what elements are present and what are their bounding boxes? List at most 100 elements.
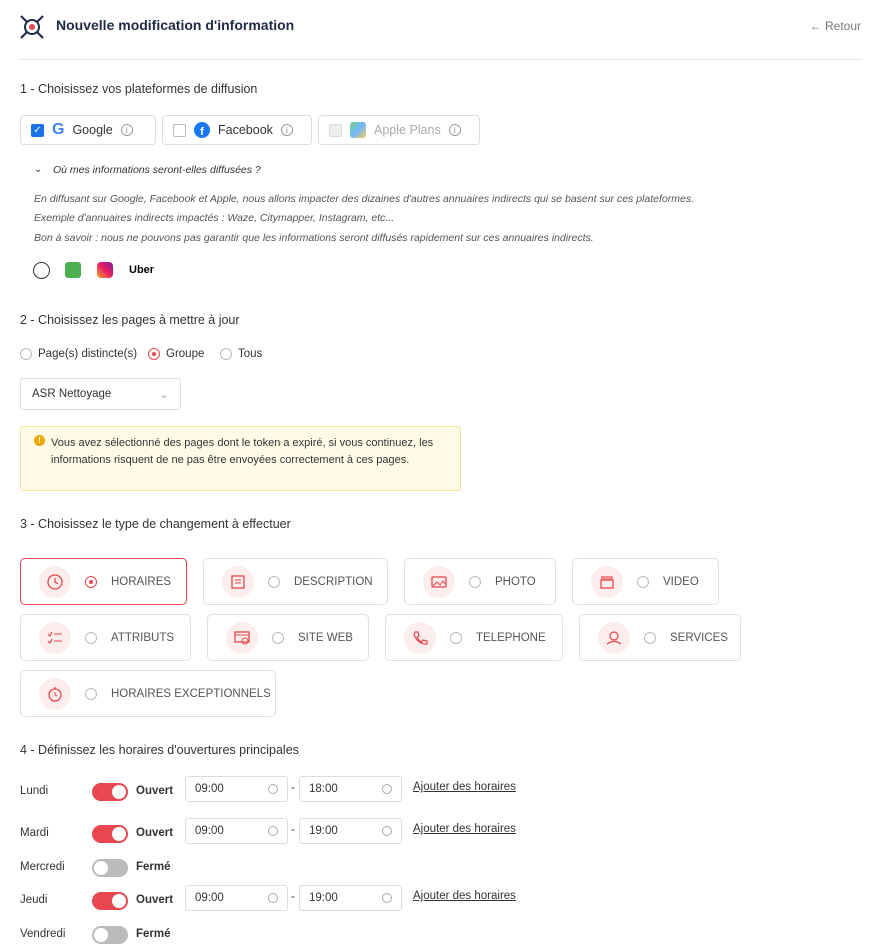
type-label: DESCRIPTION (294, 575, 373, 588)
instagram-icon (97, 262, 113, 278)
type-card-photo[interactable]: PHOTO (404, 558, 556, 605)
website-icon (226, 621, 258, 654)
radio-tous[interactable] (220, 348, 232, 360)
type-label: VIDEO (663, 575, 699, 588)
platform-apple-plans[interactable]: Apple Plans i (318, 115, 480, 145)
type-card-services[interactable]: SERVICES (579, 614, 741, 661)
radio-attributs[interactable] (85, 631, 97, 644)
checklist-icon (39, 621, 71, 654)
type-card-attributs[interactable]: ATTRIBUTS (20, 614, 191, 661)
type-label: SERVICES (670, 631, 728, 644)
group-select[interactable]: ASR Nettoyage ⌄ (20, 378, 181, 410)
clock-icon (382, 784, 392, 794)
clock-icon (39, 565, 71, 598)
time-to-jeudi[interactable]: 19:00 (299, 885, 402, 911)
app-logo-icon (19, 14, 45, 40)
day-label-lundi: Lundi (20, 785, 49, 797)
platform-facebook[interactable]: f Facebook i (162, 115, 312, 145)
type-card-horaires-exceptionnels[interactable]: HORAIRES EXCEPTIONNELS (20, 670, 276, 717)
state-mardi: Ouvert (136, 827, 174, 839)
back-link[interactable]: ← Retour (810, 19, 861, 33)
day-label-mercredi: Mercredi (20, 861, 65, 873)
type-label: HORAIRES (111, 575, 172, 588)
day-label-mardi: Mardi (20, 827, 49, 839)
time-from-jeudi[interactable]: 09:00 (185, 885, 288, 911)
pages-option-distinct[interactable]: Page(s) distincte(s) (20, 348, 137, 360)
toggle-mercredi[interactable] (92, 859, 128, 877)
pages-option-tous[interactable]: Tous (220, 348, 262, 360)
platform-facebook-label: Facebook (218, 123, 273, 137)
add-hours-jeudi[interactable]: Ajouter des horaires (413, 890, 516, 902)
facebook-checkbox[interactable] (173, 123, 186, 137)
time-separator: - (291, 782, 295, 794)
platform-google[interactable]: ✓ G Google i (20, 115, 156, 145)
google-checkbox[interactable]: ✓ (31, 123, 44, 137)
toggle-mardi[interactable] (92, 825, 128, 843)
time-from-lundi[interactable]: 09:00 (185, 776, 288, 802)
platform-google-label: Google (72, 123, 113, 137)
state-mercredi: Fermé (136, 861, 171, 873)
phone-icon (404, 621, 436, 654)
time-separator: - (291, 824, 295, 836)
citymapper-icon (65, 262, 81, 278)
services-icon (598, 621, 630, 654)
add-hours-mardi[interactable]: Ajouter des horaires (413, 823, 516, 835)
type-card-description[interactable]: DESCRIPTION (203, 558, 388, 605)
time-to-mardi[interactable]: 19:00 (299, 818, 402, 844)
waze-icon (33, 262, 50, 279)
diffusion-text-3: Bon à savoir : nous ne pouvons pas garan… (34, 232, 594, 244)
section3-title: 3 - Choisissez le type de changement à e… (20, 517, 291, 531)
time-value: 09:00 (195, 783, 224, 795)
time-to-lundi[interactable]: 18:00 (299, 776, 402, 802)
section1-title: 1 - Choisissez vos plateformes de diffus… (20, 82, 258, 96)
type-card-telephone[interactable]: TELEPHONE (385, 614, 563, 661)
type-label: SITE WEB (298, 631, 353, 644)
radio-video[interactable] (637, 575, 649, 588)
info-icon[interactable]: i (448, 124, 461, 136)
radio-horaires-exceptionnels[interactable] (85, 687, 97, 700)
info-icon[interactable]: i (120, 124, 133, 136)
pages-option-groupe-label: Groupe (166, 348, 205, 360)
time-value: 19:00 (309, 892, 338, 904)
pages-option-groupe[interactable]: Groupe (148, 348, 204, 360)
radio-groupe[interactable] (148, 348, 160, 360)
state-lundi: Ouvert (136, 785, 174, 797)
radio-site-web[interactable] (272, 631, 284, 644)
type-card-video[interactable]: VIDEO (572, 558, 719, 605)
radio-description[interactable] (268, 575, 280, 588)
type-card-horaires[interactable]: HORAIRES (20, 558, 187, 605)
section4-title: 4 - Définissez les horaires d'ouvertures… (20, 743, 299, 757)
radio-photo[interactable] (469, 575, 481, 588)
add-hours-lundi[interactable]: Ajouter des horaires (413, 781, 516, 793)
clapperboard-icon (591, 565, 623, 598)
diffusion-text-2: Exemple d'annuaires indirects impactés :… (34, 212, 395, 224)
toggle-lundi[interactable] (92, 783, 128, 801)
time-value: 19:00 (309, 825, 338, 837)
radio-services[interactable] (644, 631, 656, 644)
clock-icon (382, 893, 392, 903)
type-card-site-web[interactable]: SITE WEB (207, 614, 369, 661)
toggle-vendredi[interactable] (92, 926, 128, 944)
chevron-down-icon: ⌄ (159, 389, 169, 401)
photo-icon (423, 565, 455, 598)
radio-telephone[interactable] (450, 631, 462, 644)
clock-icon (268, 893, 278, 903)
diffusion-toggle[interactable]: Où mes informations seront-elles diffusé… (53, 164, 261, 176)
time-from-mardi[interactable]: 09:00 (185, 818, 288, 844)
time-value: 09:00 (195, 892, 224, 904)
type-label: ATTRIBUTS (111, 631, 175, 644)
time-value: 18:00 (309, 783, 338, 795)
type-label: TELEPHONE (476, 631, 546, 644)
toggle-jeudi[interactable] (92, 892, 128, 910)
info-icon[interactable]: i (280, 124, 293, 136)
warning-icon: ! (34, 435, 45, 446)
diffusion-text-1: En diffusant sur Google, Facebook et App… (34, 193, 694, 205)
pages-option-tous-label: Tous (238, 348, 263, 360)
apple-plans-checkbox[interactable] (329, 123, 342, 137)
clock-icon (268, 826, 278, 836)
radio-distinct[interactable] (20, 348, 32, 360)
radio-horaires[interactable] (85, 575, 97, 588)
state-vendredi: Fermé (136, 928, 171, 940)
facebook-icon: f (194, 122, 210, 138)
chevron-down-icon[interactable]: ⌄ (34, 164, 42, 175)
